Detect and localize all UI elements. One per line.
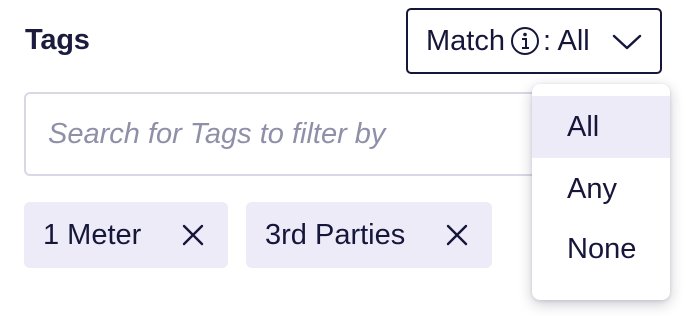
tag-chip-label: 1 Meter	[43, 218, 142, 251]
close-icon[interactable]	[446, 224, 468, 246]
tag-chip: 3rd Parties	[246, 202, 492, 268]
close-icon[interactable]	[182, 224, 204, 246]
tag-search-input[interactable]: Search for Tags to filter by	[24, 92, 564, 176]
tags-title: Tags	[25, 24, 90, 56]
option-all[interactable]: All	[532, 96, 670, 158]
search-placeholder: Search for Tags to filter by	[48, 117, 386, 150]
option-none[interactable]: None	[532, 218, 670, 280]
match-label: Match	[426, 24, 505, 57]
tag-chip: 1 Meter	[24, 202, 228, 268]
tag-chip-label: 3rd Parties	[265, 218, 406, 251]
match-mode-select[interactable]: Match : All	[406, 8, 662, 74]
match-mode-dropdown: All Any None	[532, 84, 670, 300]
chevron-down-icon	[612, 34, 642, 50]
info-circle-icon[interactable]	[509, 25, 541, 57]
option-any[interactable]: Any	[532, 158, 670, 220]
match-value: : All	[542, 24, 590, 57]
